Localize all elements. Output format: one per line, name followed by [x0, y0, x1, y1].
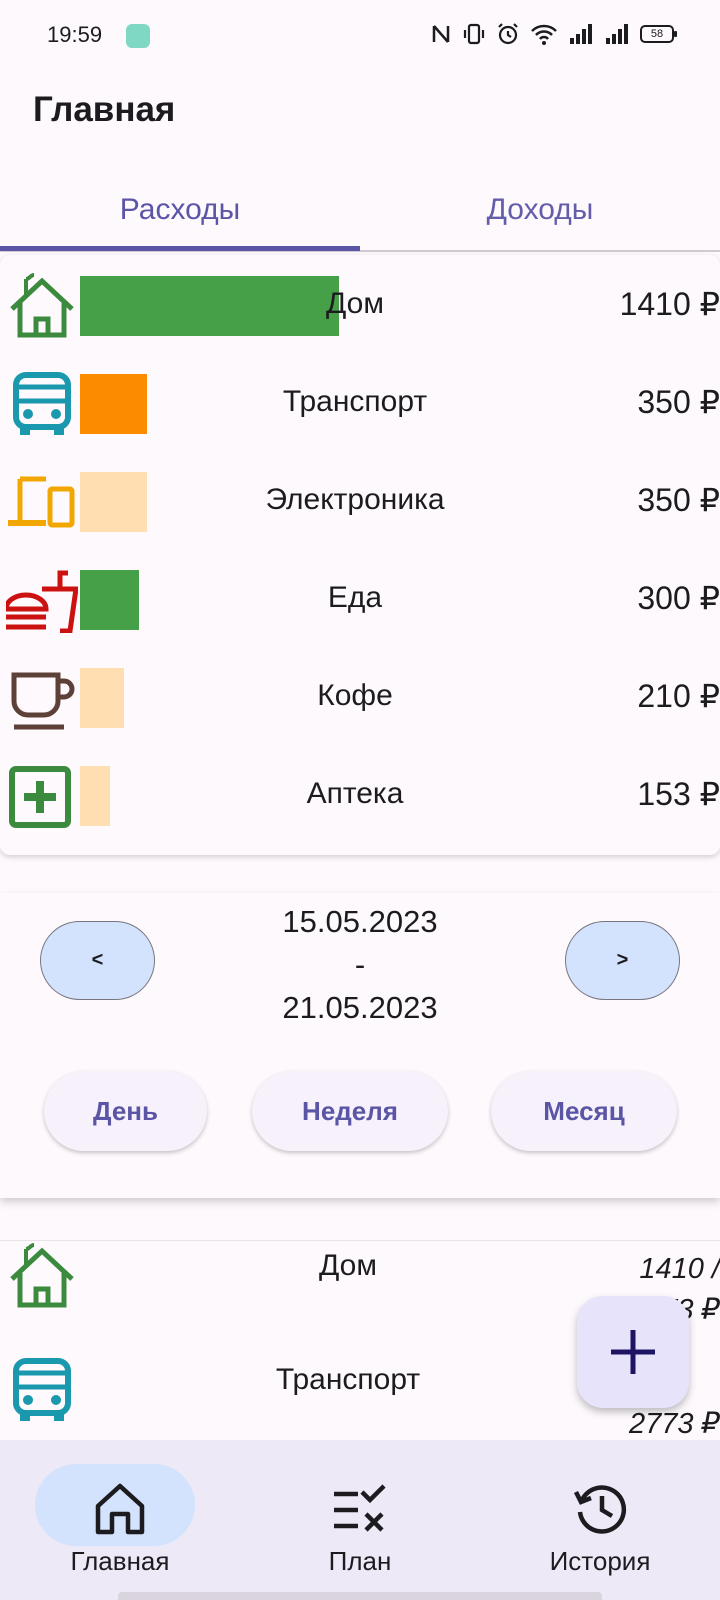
plan-amount-spent: 1410 / — [639, 1253, 720, 1285]
category-amount: 350 ₽ — [637, 482, 720, 518]
nav-plan[interactable]: План — [240, 1440, 480, 1600]
category-row[interactable]: Еда 300 ₽ — [0, 549, 720, 649]
category-row[interactable]: Транспорт 350 ₽ — [0, 353, 720, 453]
category-bar — [80, 668, 124, 728]
category-amount: 153 ₽ — [637, 776, 720, 812]
tab-income[interactable]: Доходы — [360, 170, 720, 250]
coffee-icon — [11, 672, 75, 730]
category-name: Аптека — [306, 777, 404, 810]
plus-icon — [611, 1330, 655, 1374]
devices-icon — [8, 476, 75, 528]
category-name: Дом — [326, 287, 384, 320]
category-name: Транспорт — [282, 385, 428, 418]
next-period-button[interactable]: > — [565, 921, 680, 1000]
category-row[interactable]: Дом 1410 ₽ — [0, 255, 720, 355]
history-icon — [573, 1485, 627, 1534]
bus-icon — [13, 372, 71, 435]
home-icon — [95, 1483, 145, 1535]
plan-category-name: Транспорт — [275, 1363, 421, 1396]
checklist-icon — [334, 1484, 386, 1532]
bus-icon — [13, 1358, 71, 1421]
category-amount: 300 ₽ — [637, 580, 720, 616]
nav-home-label: Главная — [70, 1546, 170, 1576]
page-title: Главная — [33, 90, 176, 129]
category-row[interactable]: Аптека 153 ₽ — [0, 745, 720, 845]
plan-amount-limit: 2773 ₽ — [628, 1408, 720, 1440]
category-bar — [80, 766, 110, 826]
signal-icon — [570, 24, 592, 44]
alarm-icon — [498, 23, 518, 45]
category-amount: 1410 ₽ — [619, 286, 720, 322]
category-name: Кофе — [317, 679, 393, 712]
add-transaction-button[interactable] — [577, 1296, 689, 1408]
status-time: 19:59 — [47, 22, 103, 47]
tab-expenses[interactable]: Расходы — [0, 170, 360, 250]
period-range: 15.05.2023 - 21.05.2023 — [220, 900, 500, 1029]
fastfood-icon — [6, 570, 78, 633]
tab-indicator — [0, 246, 360, 251]
previous-period-button[interactable]: < — [40, 921, 155, 1000]
range-week-button[interactable]: Неделя — [252, 1071, 448, 1151]
nfc-icon — [432, 25, 450, 43]
category-name: Еда — [327, 581, 383, 614]
category-bar — [80, 570, 139, 630]
category-bar — [80, 472, 147, 532]
category-name: Электроника — [265, 483, 445, 516]
vibrate-icon — [463, 23, 485, 45]
plan-category-name: Дом — [319, 1249, 377, 1282]
house-icon — [10, 273, 74, 338]
tab-bar: Расходы Доходы — [0, 170, 720, 252]
signal-icon-2 — [606, 24, 628, 44]
nav-plan-label: План — [328, 1546, 392, 1576]
category-row[interactable]: Кофе 210 ₽ — [0, 647, 720, 747]
status-icons: 58 — [430, 22, 677, 46]
bottom-navigation: Главная План История — [0, 1440, 720, 1600]
category-amount: 210 ₽ — [637, 678, 720, 714]
range-day-button[interactable]: День — [44, 1071, 207, 1151]
category-row[interactable]: Электроника 350 ₽ — [0, 451, 720, 551]
nav-history-label: История — [549, 1546, 651, 1576]
gesture-bar — [118, 1592, 602, 1600]
wifi-icon — [531, 24, 557, 45]
category-bar — [80, 374, 147, 434]
category-amount: 350 ₽ — [637, 384, 720, 420]
status-bar: 19:59 58 — [0, 0, 720, 72]
expense-categories-card: Дом 1410 ₽ Транспорт 350 ₽ Электроника 3… — [0, 255, 720, 855]
nav-home[interactable]: Главная — [0, 1440, 240, 1600]
notification-app-icon — [126, 24, 150, 48]
period-start: 15.05.2023 — [282, 904, 438, 939]
period-separator: - — [354, 947, 366, 982]
pharmacy-icon — [9, 766, 71, 828]
nav-history[interactable]: История — [480, 1440, 720, 1600]
house-icon — [10, 1243, 74, 1308]
battery-icon: 58 — [640, 25, 677, 43]
period-selector-card: < 15.05.2023 - 21.05.2023 > День Неделя … — [0, 893, 720, 1198]
range-month-button[interactable]: Месяц — [491, 1071, 677, 1151]
period-end: 21.05.2023 — [282, 990, 438, 1025]
